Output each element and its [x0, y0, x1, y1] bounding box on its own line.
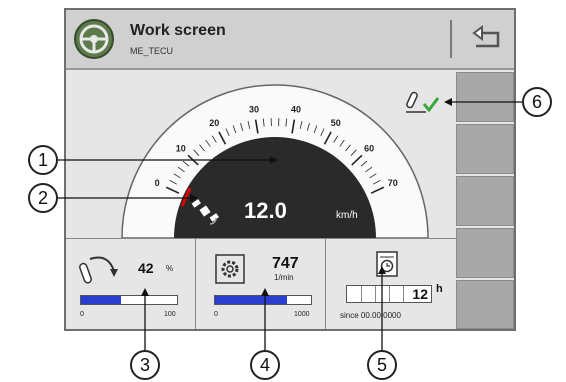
callout-6: 6 — [522, 87, 552, 117]
callout-4: 4 — [250, 350, 280, 380]
callout-2: 2 — [28, 183, 58, 213]
callout-1: 1 — [28, 145, 58, 175]
callout-5: 5 — [367, 350, 397, 380]
callout-3: 3 — [130, 350, 160, 380]
callout-lines — [44, 98, 522, 352]
